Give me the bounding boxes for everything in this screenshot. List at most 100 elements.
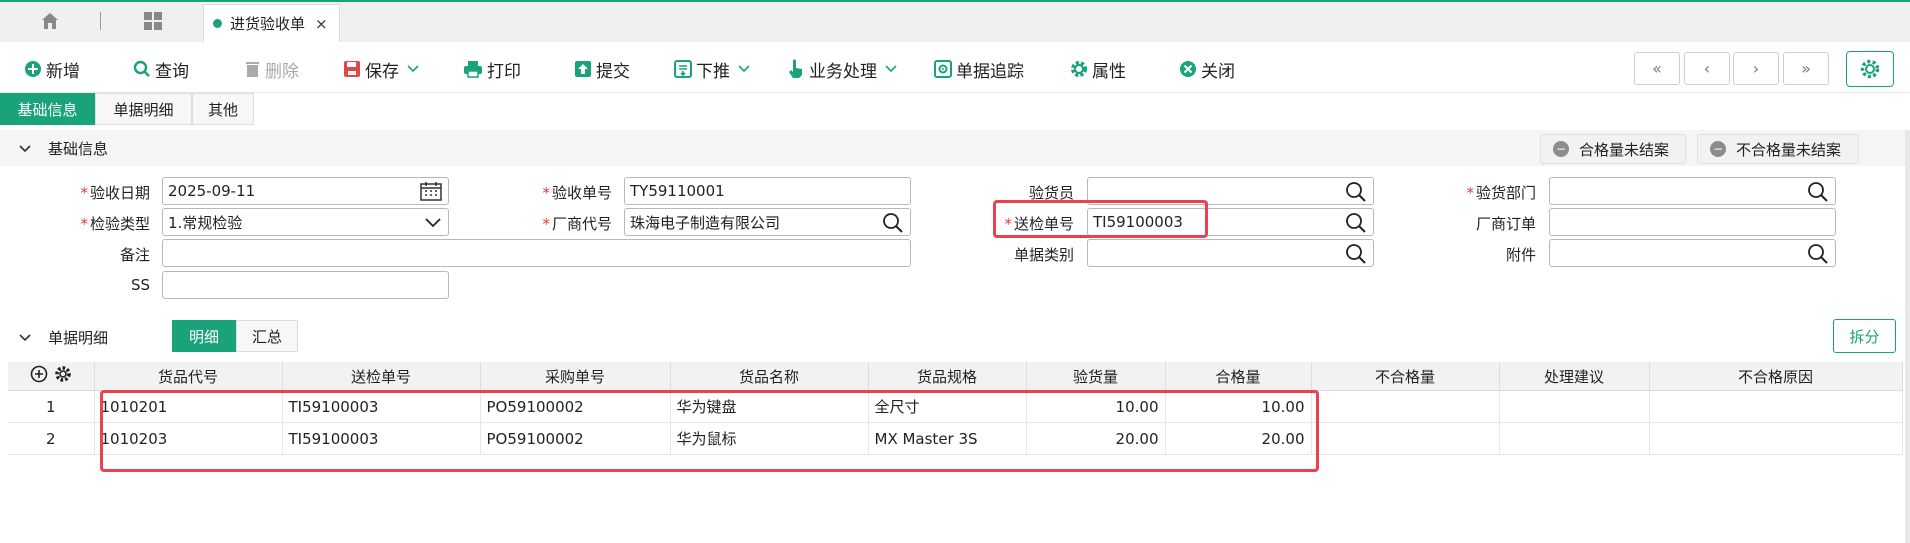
cell-advice[interactable]: [1499, 390, 1650, 423]
chevron-down-icon[interactable]: [738, 65, 750, 73]
chevron-down-icon[interactable]: [424, 217, 442, 228]
ok-qty-open-button[interactable]: − 合格量未结案: [1540, 134, 1686, 164]
row-index: 2: [8, 422, 95, 455]
track-button[interactable]: 单据追踪: [934, 56, 1024, 82]
vendor-order-label: 厂商订单: [1475, 215, 1536, 233]
cell-reason[interactable]: [1649, 390, 1903, 423]
submit-button[interactable]: 提交: [574, 56, 630, 82]
col-header[interactable]: 验货量: [1026, 362, 1166, 391]
doc-type-field[interactable]: [1087, 239, 1374, 267]
last-record-button[interactable]: »: [1783, 52, 1829, 85]
tab-doc-detail[interactable]: 单据明细: [95, 93, 192, 125]
cell-code[interactable]: 1010201: [94, 390, 283, 423]
attach-field[interactable]: [1549, 239, 1836, 267]
property-button[interactable]: 属性: [1070, 56, 1126, 82]
cell-code[interactable]: 1010203: [94, 422, 283, 455]
push-down-button[interactable]: 下推: [674, 56, 754, 82]
col-header[interactable]: 货品名称: [670, 362, 869, 391]
ss-field[interactable]: [162, 271, 449, 299]
tab-separator: [100, 12, 101, 30]
next-record-button[interactable]: ›: [1733, 52, 1779, 85]
chevron-down-icon[interactable]: [885, 65, 897, 73]
save-label: 保存: [365, 61, 399, 82]
send-no-field[interactable]: TI59100003: [1087, 208, 1374, 236]
apps-tab[interactable]: [138, 8, 168, 34]
tab-receiving-inspection[interactable]: 进货验收单 ×: [203, 4, 340, 42]
home-tab[interactable]: [20, 8, 80, 34]
chevron-down-icon[interactable]: [407, 65, 419, 73]
check-type-select[interactable]: 1.常规检验: [162, 208, 449, 236]
business-button[interactable]: 业务处理: [787, 56, 901, 82]
close-tab-icon[interactable]: ×: [315, 15, 328, 33]
hand-pointer-icon: [789, 59, 802, 78]
cell-send-no[interactable]: TI59100003: [282, 422, 481, 455]
col-header[interactable]: 采购单号: [480, 362, 671, 391]
cell-name[interactable]: 华为鼠标: [670, 422, 869, 455]
close-button[interactable]: 关闭: [1179, 56, 1235, 82]
col-header[interactable]: 合格量: [1165, 362, 1312, 391]
cell-ok[interactable]: 20.00: [1165, 422, 1312, 455]
target-icon: [934, 60, 952, 78]
inspector-field[interactable]: [1087, 177, 1374, 205]
cell-qty[interactable]: 10.00: [1026, 390, 1166, 423]
new-label: 新增: [46, 61, 80, 82]
cell-ok[interactable]: 10.00: [1165, 390, 1312, 423]
tab-other-label: 其他: [207, 100, 238, 119]
vertical-scrollbar[interactable]: [1905, 130, 1910, 543]
tab-basic-info[interactable]: 基础信息: [0, 93, 95, 125]
cell-spec[interactable]: MX Master 3S: [868, 422, 1027, 455]
tab-detail[interactable]: 明细: [172, 320, 236, 352]
save-button[interactable]: 保存: [343, 56, 423, 82]
delete-label: 删除: [265, 61, 299, 82]
tab-other[interactable]: 其他: [192, 93, 254, 125]
cell-reason[interactable]: [1649, 422, 1903, 455]
col-header[interactable]: 货品规格: [868, 362, 1027, 391]
dept-field[interactable]: [1549, 177, 1836, 205]
table-row[interactable]: 1 1010201 TI59100003 PO59100002 华为键盘 全尺寸…: [8, 390, 1903, 423]
new-button[interactable]: 新增: [24, 56, 80, 82]
vendor-order-field[interactable]: [1549, 208, 1836, 236]
accept-no-field[interactable]: TY59110001: [624, 177, 911, 205]
search-icon[interactable]: [1345, 181, 1367, 203]
tab-summary-label: 汇总: [251, 327, 282, 346]
cell-po[interactable]: PO59100002: [480, 390, 671, 423]
print-button[interactable]: 打印: [463, 56, 521, 82]
delete-button[interactable]: 删除: [244, 56, 299, 82]
table-row[interactable]: 2 1010203 TI59100003 PO59100002 华为鼠标 MX …: [8, 422, 1903, 455]
tab-summary[interactable]: 汇总: [236, 320, 298, 352]
search-icon[interactable]: [882, 212, 904, 234]
active-dot-icon: [213, 19, 222, 28]
detail-toggle[interactable]: 单据明细: [18, 327, 108, 348]
calendar-icon[interactable]: [420, 181, 442, 201]
search-icon[interactable]: [1345, 212, 1367, 234]
basic-info-toggle[interactable]: 基础信息: [18, 138, 108, 159]
col-header[interactable]: 不合格原因: [1649, 362, 1903, 391]
col-header[interactable]: 送检单号: [282, 362, 481, 391]
cell-ng[interactable]: [1311, 422, 1500, 455]
settings-button[interactable]: [1846, 51, 1894, 87]
cell-po[interactable]: PO59100002: [480, 422, 671, 455]
cell-ng[interactable]: [1311, 390, 1500, 423]
col-header[interactable]: 不合格量: [1311, 362, 1500, 391]
search-icon[interactable]: [1807, 181, 1829, 203]
cell-name[interactable]: 华为键盘: [670, 390, 869, 423]
search-icon[interactable]: [1345, 243, 1367, 265]
vendor-field[interactable]: 珠海电子制造有限公司: [624, 208, 911, 236]
ng-qty-open-button[interactable]: − 不合格量未结案: [1697, 134, 1859, 164]
col-header[interactable]: 处理建议: [1499, 362, 1650, 391]
gear-icon[interactable]: [54, 365, 72, 383]
cell-send-no[interactable]: TI59100003: [282, 390, 481, 423]
add-row-icon[interactable]: [30, 365, 48, 383]
cell-qty[interactable]: 20.00: [1026, 422, 1166, 455]
remark-field[interactable]: [162, 239, 911, 267]
search-icon[interactable]: [1807, 243, 1829, 265]
cell-spec[interactable]: 全尺寸: [868, 390, 1027, 423]
cell-advice[interactable]: [1499, 422, 1650, 455]
table-header-row: 货品代号 送检单号 采购单号 货品名称 货品规格 验货量 合格量 不合格量 处理…: [8, 362, 1903, 391]
col-header[interactable]: 货品代号: [94, 362, 283, 391]
accept-date-field[interactable]: 2025-09-11: [162, 177, 449, 205]
first-record-button[interactable]: «: [1634, 52, 1680, 85]
prev-record-button[interactable]: ‹: [1684, 52, 1730, 85]
query-button[interactable]: 查询: [133, 56, 189, 82]
split-button[interactable]: 拆分: [1833, 319, 1896, 353]
